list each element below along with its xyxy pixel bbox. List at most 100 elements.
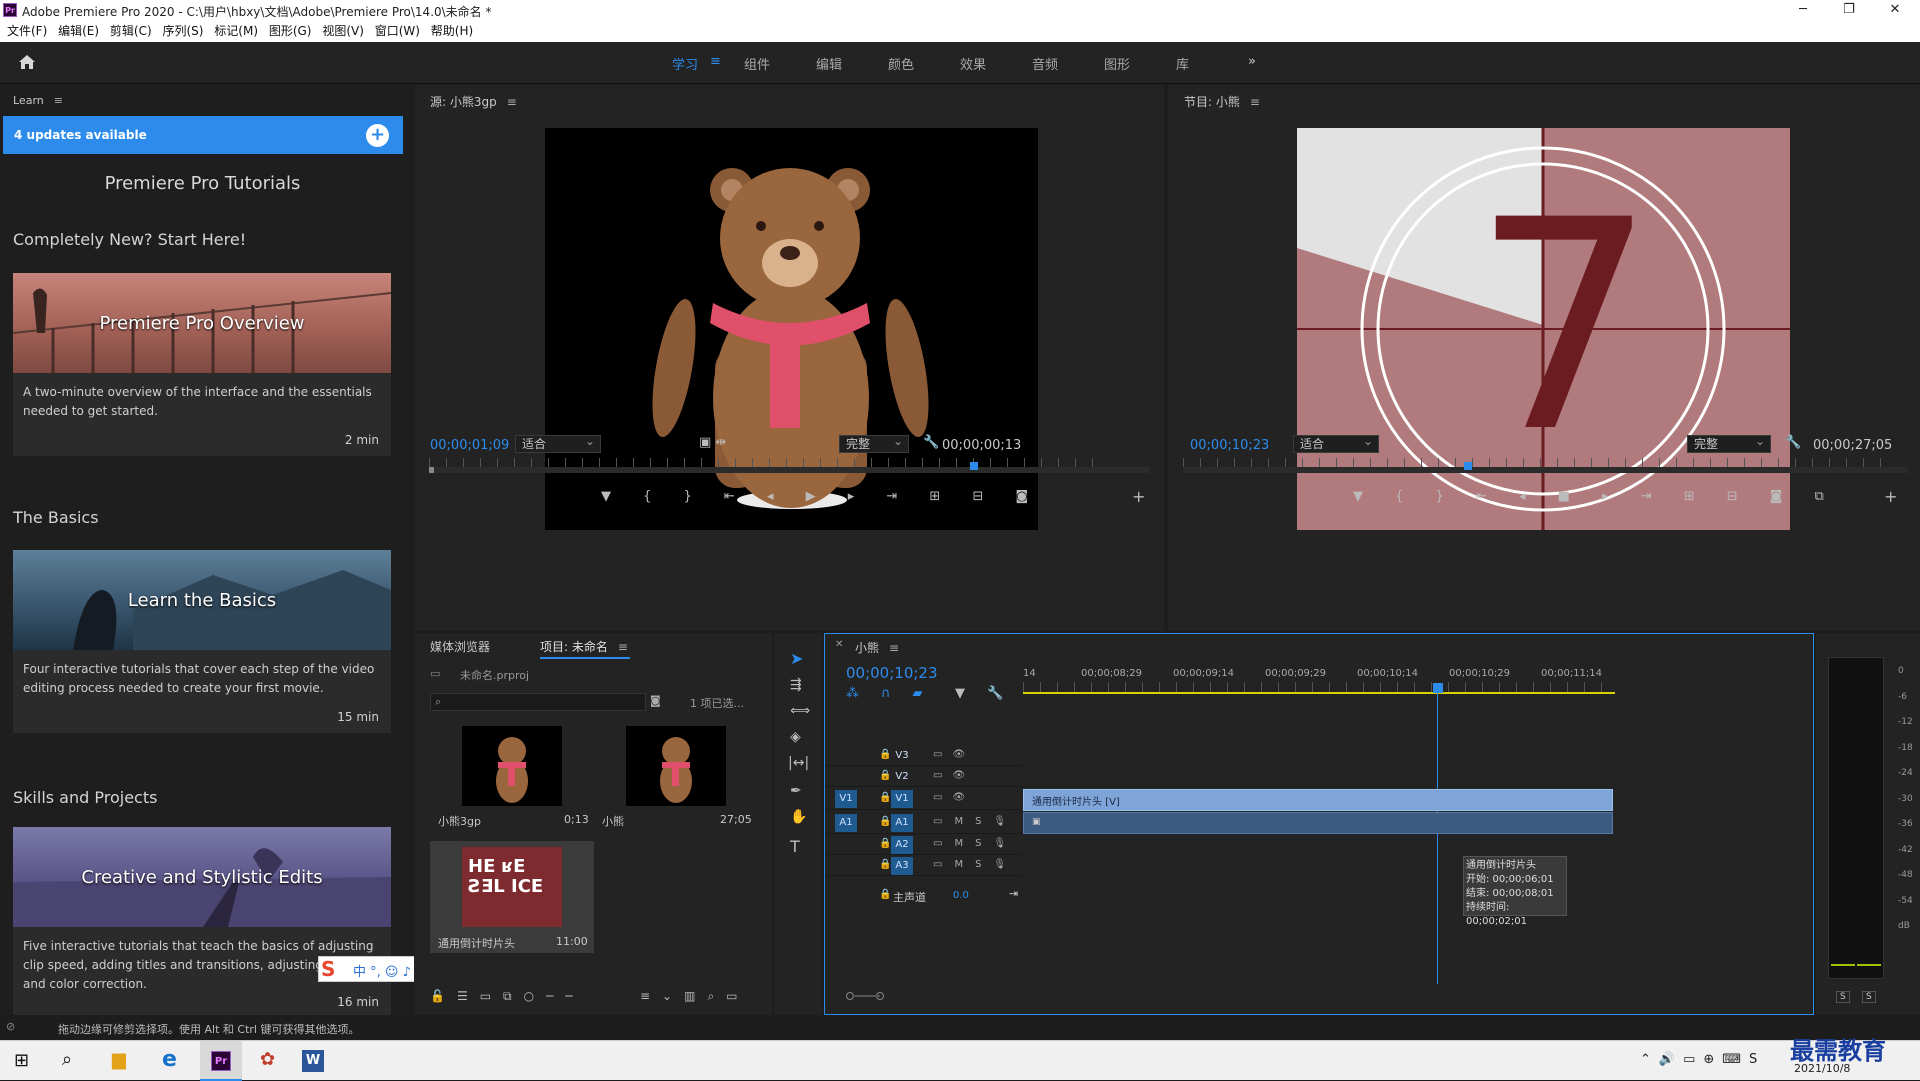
source-playhead[interactable]: [970, 462, 978, 470]
timeline-timecode[interactable]: 00;00;10;23: [846, 664, 938, 682]
source-timecode[interactable]: 00;00;01;09: [430, 438, 509, 453]
tutorial-card[interactable]: Creative and Stylistic Edits Five intera…: [13, 827, 391, 1015]
project-search-input[interactable]: ⌕: [430, 693, 646, 711]
panel-menu-icon[interactable]: ≡: [618, 640, 628, 654]
track-target-v1[interactable]: V1: [891, 790, 913, 808]
project-item[interactable]: 小熊3gp 0;13: [430, 723, 594, 833]
close-tab-icon[interactable]: ✕: [835, 639, 843, 650]
selection-tool-icon[interactable]: ➤: [790, 649, 803, 668]
track-target-a3[interactable]: A3: [891, 857, 913, 875]
goto-end-icon[interactable]: ⇥: [1009, 887, 1018, 900]
panel-menu-icon[interactable]: ≡: [54, 94, 63, 107]
lock-icon[interactable]: 🔒: [879, 770, 891, 781]
solo-right-button[interactable]: S: [1862, 991, 1876, 1003]
tab-graphics[interactable]: 图形: [1104, 54, 1130, 73]
track-toggles[interactable]: ▭👁: [933, 770, 975, 781]
menu-markers[interactable]: 标记(M): [214, 20, 258, 42]
work-area-bar[interactable]: [1023, 692, 1615, 694]
lock-icon[interactable]: 🔒: [879, 749, 891, 760]
panel-menu-icon[interactable]: ≡: [1250, 95, 1260, 109]
tab-assembly[interactable]: 组件: [744, 54, 770, 73]
program-timecode[interactable]: 00;00;10;23: [1190, 438, 1269, 453]
system-tray-icons[interactable]: ⌃🔊▭⊕⌨S: [1640, 1052, 1765, 1067]
close-button[interactable]: ✕: [1872, 0, 1918, 20]
paint-app-icon[interactable]: ✿: [260, 1049, 275, 1070]
type-tool-icon[interactable]: T: [790, 837, 800, 856]
workspace-menu-icon[interactable]: ≡: [710, 54, 721, 69]
project-toolbar[interactable]: 🔓☰▭⧉○──: [430, 989, 585, 1004]
track-toggles[interactable]: ▭👁: [933, 749, 975, 760]
tutorial-card[interactable]: Learn the Basics Four interactive tutori…: [13, 550, 391, 733]
master-volume-value[interactable]: 0.0: [953, 890, 969, 901]
panel-menu-icon[interactable]: ≡: [889, 641, 899, 655]
tutorial-card[interactable]: Premiere Pro Overview A two-minute overv…: [13, 273, 391, 456]
source-patch-a1[interactable]: A1: [835, 814, 857, 832]
tab-media-browser[interactable]: 媒体浏览器: [430, 638, 490, 655]
sogou-icon[interactable]: S: [321, 957, 335, 981]
track-target-v3[interactable]: V3: [891, 747, 913, 765]
timeline-video-clip[interactable]: 通用倒计时片头 [V]: [1023, 789, 1613, 811]
hand-tool-icon[interactable]: ✋: [790, 809, 807, 825]
edge-browser-icon[interactable]: e: [162, 1047, 177, 1072]
timeline-toolbar[interactable]: ⁂∩▰: [846, 686, 945, 701]
menu-edit[interactable]: 编辑(E): [58, 20, 99, 42]
track-toggles[interactable]: ▭MS🎙: [933, 859, 1018, 870]
source-quality-select[interactable]: 完整: [839, 433, 909, 453]
menu-sequence[interactable]: 序列(S): [162, 20, 203, 42]
program-transport-controls[interactable]: ▼ { } ⇤ ◂ ■ ▸ ⇥ ⊞ ⊟ ◙ ⧉: [1353, 489, 1838, 504]
program-playhead[interactable]: [1464, 462, 1472, 470]
add-button[interactable]: +: [1884, 487, 1897, 506]
source-fit-select[interactable]: 适合: [515, 433, 601, 453]
solo-left-button[interactable]: S: [1836, 991, 1850, 1003]
tab-libraries[interactable]: 库: [1176, 54, 1189, 73]
more-workspaces-icon[interactable]: »: [1248, 54, 1256, 69]
menu-view[interactable]: 视图(V): [322, 20, 364, 42]
pen-tool-icon[interactable]: ✒: [790, 783, 802, 799]
source-patch-v1[interactable]: V1: [835, 790, 857, 808]
timeline-audio-clip[interactable]: ▣: [1023, 812, 1613, 834]
maximize-button[interactable]: ❐: [1826, 0, 1872, 20]
track-toggles[interactable]: ▭MS🎙: [933, 816, 1018, 827]
timeline-ruler[interactable]: [1023, 682, 1615, 692]
tab-learn[interactable]: 学习: [672, 54, 698, 73]
timeline-playhead-handle[interactable]: [1433, 683, 1443, 693]
updates-banner[interactable]: 4 updates available +: [3, 116, 403, 154]
tab-project[interactable]: 项目: 未命名 ≡: [540, 638, 628, 655]
home-icon[interactable]: [18, 54, 36, 70]
source-transport-controls[interactable]: ▼ { } ⇤ ◂ ▶ ▸ ⇥ ⊞ ⊟ ◙: [601, 489, 1042, 504]
minimize-button[interactable]: ─: [1780, 0, 1826, 20]
project-toolbar-right[interactable]: ≡⌄▥⌕▭: [640, 989, 750, 1004]
lock-icon[interactable]: 🔒: [879, 792, 891, 803]
menu-window[interactable]: 窗口(W): [375, 20, 420, 42]
menu-help[interactable]: 帮助(H): [431, 20, 473, 42]
program-quality-select[interactable]: 完整: [1687, 433, 1771, 453]
settings-icon[interactable]: ▣ ⇹: [699, 435, 726, 450]
source-scrubber[interactable]: [429, 467, 1149, 473]
menu-clip[interactable]: 剪辑(C): [110, 20, 152, 42]
slip-tool-icon[interactable]: |↔|: [788, 755, 809, 771]
razor-tool-icon[interactable]: ◈: [790, 729, 801, 745]
track-target-a1[interactable]: A1: [891, 814, 913, 832]
file-explorer-icon[interactable]: ▆: [112, 1049, 126, 1070]
lock-icon[interactable]: 🔒: [879, 859, 891, 870]
track-target-a2[interactable]: A2: [891, 836, 913, 854]
program-fit-select[interactable]: 适合: [1293, 433, 1379, 453]
lock-icon[interactable]: 🔒: [879, 816, 891, 827]
tab-effects[interactable]: 效果: [960, 54, 986, 73]
track-toggles[interactable]: ▭👁: [933, 792, 975, 803]
timeline-toolbar-right[interactable]: ▼🔧: [955, 686, 1025, 701]
wrench-icon[interactable]: 🔧: [1785, 435, 1801, 450]
panel-menu-icon[interactable]: ≡: [507, 95, 517, 109]
timeline-ruler-labels[interactable]: 14 00;00;08;29 00;00;09;14 00;00;09;29 0…: [1023, 664, 1615, 679]
premiere-taskbar-button[interactable]: Pr: [200, 1041, 242, 1081]
track-toggles[interactable]: ▭MS🎙: [933, 838, 1018, 849]
program-scrubber[interactable]: [1183, 467, 1908, 473]
add-button[interactable]: +: [1132, 487, 1145, 506]
word-app-icon[interactable]: W: [302, 1050, 324, 1072]
windows-start-icon[interactable]: ⊞: [14, 1050, 29, 1071]
menu-file[interactable]: 文件(F): [7, 20, 47, 42]
search-icon[interactable]: ⌕: [62, 1049, 72, 1070]
lock-icon[interactable]: 🔒: [879, 838, 891, 849]
project-item[interactable]: 小熊 27;05: [594, 723, 758, 833]
track-target-v2[interactable]: V2: [891, 768, 913, 786]
